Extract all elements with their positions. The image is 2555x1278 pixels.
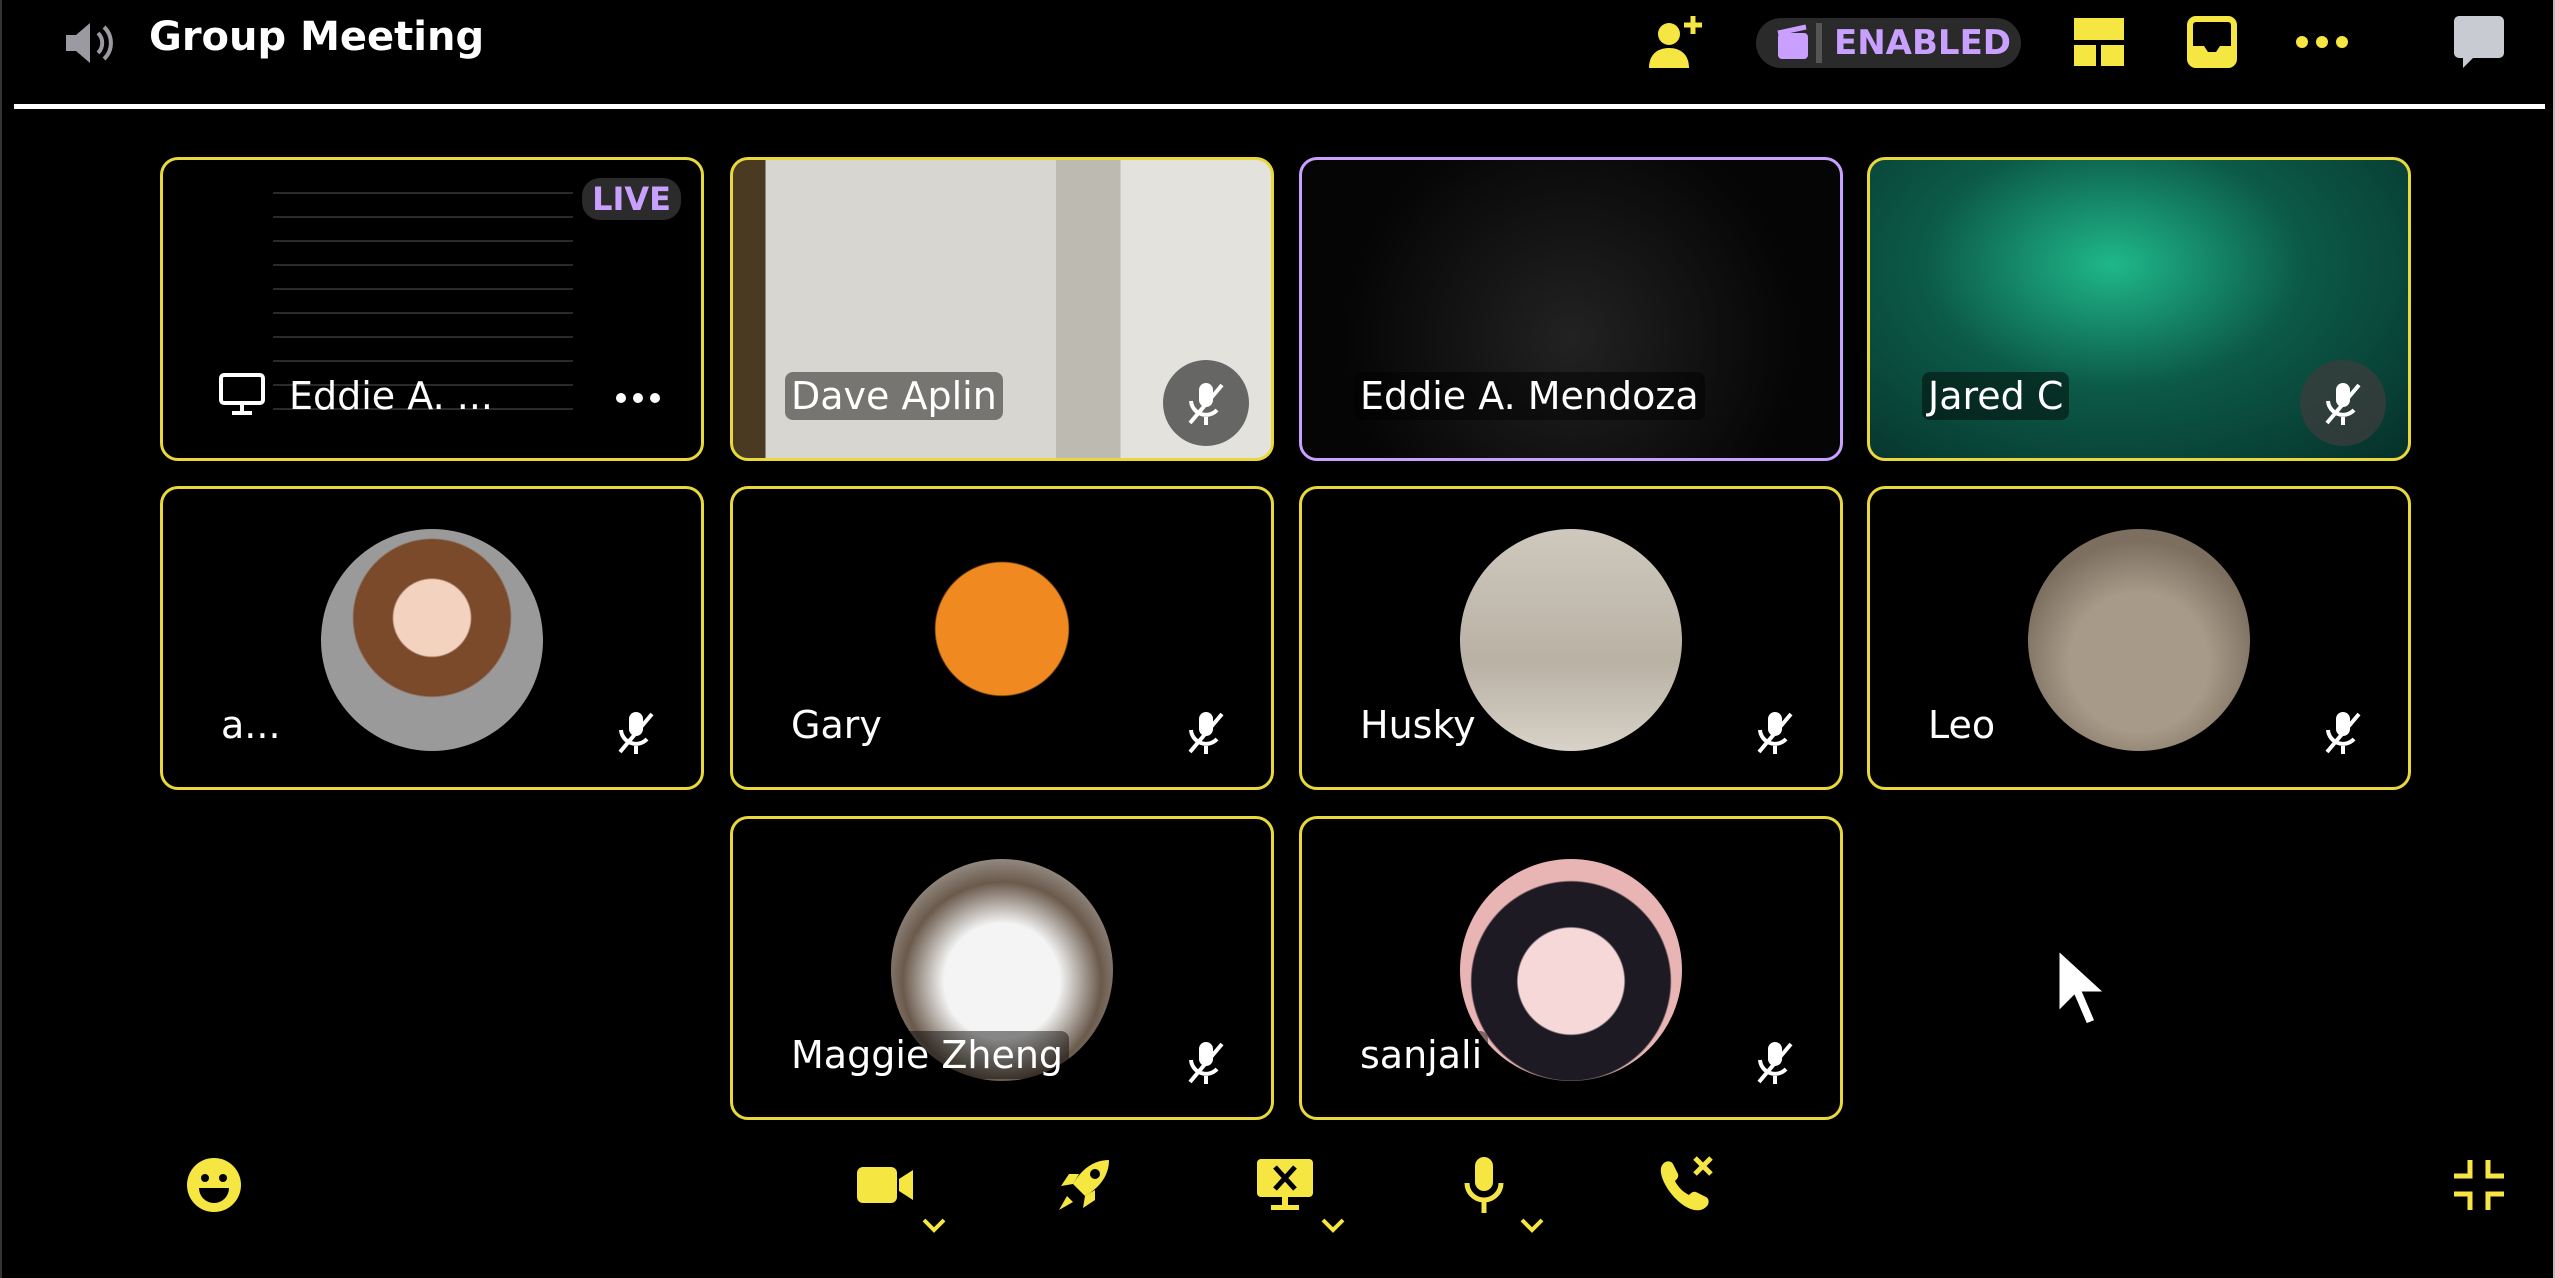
participant-tile[interactable]: a...: [160, 486, 704, 790]
stop-share-icon: [1257, 1159, 1313, 1210]
emoji-icon: [187, 1158, 241, 1212]
exit-fullscreen-button[interactable]: [2444, 1150, 2514, 1220]
participant-name: Dave Aplin: [785, 372, 1003, 420]
chat-icon: [2454, 16, 2504, 68]
mouse-cursor-icon: [2056, 945, 2110, 1027]
participant-tile[interactable]: Gary: [730, 486, 1274, 790]
layout-icon: [2074, 18, 2124, 66]
inbox-button[interactable]: [2180, 12, 2244, 72]
muted-mic-icon: [1163, 689, 1249, 775]
muted-mic-icon: [2300, 689, 2386, 775]
header: Group Meeting ENABLED: [2, 0, 2553, 109]
activity-status: ENABLED: [1834, 23, 2012, 63]
more-icon: [2296, 36, 2348, 48]
rocket-icon: [1059, 1160, 1109, 1210]
muted-mic-icon: [1163, 1019, 1249, 1105]
avatar-heron: [1460, 529, 1682, 751]
avatar-monkey: [891, 529, 1113, 751]
muted-mic-icon: [1732, 1019, 1818, 1105]
muted-mic-icon: [2300, 360, 2386, 446]
participant-tile[interactable]: Leo: [1867, 486, 2411, 790]
participant-name: Leo: [1922, 701, 2002, 749]
participant-tile[interactable]: Jared C: [1867, 157, 2411, 461]
camera-options-chevron-icon[interactable]: [919, 1215, 949, 1235]
avatar-cat: [2028, 529, 2250, 751]
participant-name: Maggie Zheng: [785, 1031, 1070, 1079]
share-options-chevron-icon[interactable]: [1318, 1215, 1348, 1235]
avatar-anime: [1460, 859, 1682, 1081]
participant-name: a...: [215, 701, 287, 749]
chat-button[interactable]: [2447, 12, 2511, 72]
participant-tile[interactable]: Husky: [1299, 486, 1843, 790]
monitor-icon: [219, 373, 265, 415]
participant-tile[interactable]: Maggie Zheng: [730, 816, 1274, 1120]
speaker-icon: [66, 23, 113, 63]
live-badge: LIVE: [582, 178, 681, 220]
more-icon[interactable]: [615, 392, 661, 404]
channel-title: Group Meeting: [149, 14, 485, 60]
microphone-button[interactable]: [1449, 1150, 1519, 1220]
exit-fullscreen-icon: [2454, 1160, 2504, 1210]
leave-call-button[interactable]: [1651, 1150, 1721, 1220]
muted-mic-icon: [1163, 360, 1249, 446]
camera-button[interactable]: [850, 1150, 920, 1220]
activity-status-pill[interactable]: ENABLED: [1756, 18, 2021, 68]
add-user-button[interactable]: [1642, 12, 1712, 72]
participant-tile[interactable]: Eddie A. Mendoza: [1299, 157, 1843, 461]
participant-name: Husky: [1354, 701, 1482, 749]
header-divider: [14, 104, 2545, 109]
participant-name: Gary: [785, 701, 888, 749]
clapper-icon: [1777, 23, 1822, 63]
muted-mic-icon: [1732, 689, 1818, 775]
layout-button[interactable]: [2067, 12, 2131, 72]
add-user-icon: [1649, 16, 1702, 68]
mic-options-chevron-icon[interactable]: [1517, 1215, 1547, 1235]
avatar-girl: [321, 529, 543, 751]
muted-mic-icon: [593, 689, 679, 775]
participant-tile[interactable]: sanjali: [1299, 816, 1843, 1120]
camera-icon: [857, 1167, 913, 1203]
participant-name: Eddie A. Mendoza: [1354, 372, 1705, 420]
activities-button[interactable]: [1049, 1150, 1119, 1220]
participant-name: Jared C: [1922, 372, 2070, 420]
stop-share-button[interactable]: [1250, 1150, 1320, 1220]
emoji-button[interactable]: [179, 1150, 249, 1220]
microphone-icon: [1464, 1157, 1504, 1213]
participant-tile[interactable]: Dave Aplin: [730, 157, 1274, 461]
inbox-icon: [2187, 16, 2237, 68]
participant-name: sanjali: [1354, 1031, 1489, 1079]
participant-tile[interactable]: LIVE Eddie A. ...: [160, 157, 704, 461]
leave-call-icon: [1660, 1156, 1713, 1211]
more-button[interactable]: [2290, 12, 2354, 72]
participant-name: Eddie A. ...: [289, 374, 493, 418]
